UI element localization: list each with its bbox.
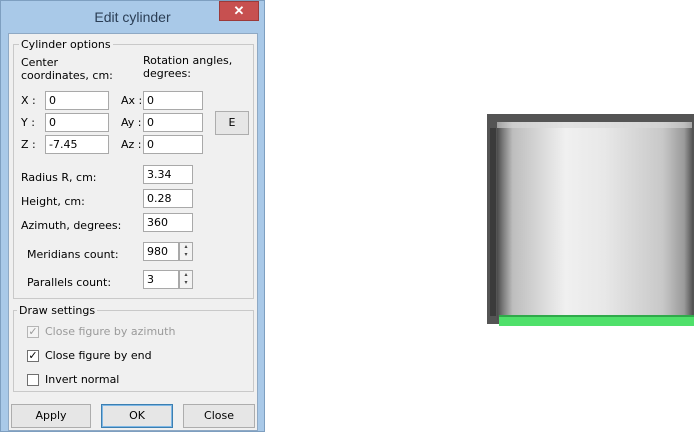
rotation-angles-label: Rotation angles, degrees:	[143, 54, 233, 80]
edit-cylinder-dialog: Edit cylinder ✕ Cylinder options Center …	[0, 0, 265, 432]
parallels-input[interactable]: 3	[143, 270, 179, 289]
ax-input[interactable]: 0	[143, 91, 203, 110]
ay-label: Ay :	[121, 116, 142, 129]
draw-settings-legend: Draw settings	[17, 304, 98, 317]
invert-normal-checkbox[interactable]	[27, 374, 39, 386]
cylinder-options-legend: Cylinder options	[19, 38, 113, 51]
spin-down-icon[interactable]: ▾	[180, 251, 192, 259]
parallels-spinner[interactable]: ▴ ▾	[179, 270, 193, 289]
z-input[interactable]: -7.45	[45, 135, 109, 154]
e-button[interactable]: E	[215, 111, 249, 135]
title-bar[interactable]: Edit cylinder ✕	[1, 1, 264, 33]
cylinder-render	[487, 114, 694, 326]
az-input[interactable]: 0	[143, 135, 203, 154]
y-label: Y :	[21, 116, 35, 129]
close-by-azimuth-label: Close figure by azimuth	[45, 325, 176, 338]
cylinder-left-edge	[490, 128, 496, 316]
meridians-input[interactable]: 980	[143, 242, 179, 261]
spin-up-icon[interactable]: ▴	[180, 271, 192, 279]
z-label: Z :	[21, 138, 36, 151]
ok-button[interactable]: OK	[101, 404, 173, 428]
az-label: Az :	[121, 138, 142, 151]
invert-normal-label: Invert normal	[45, 373, 120, 386]
radius-input[interactable]: 3.34	[143, 165, 193, 184]
dialog-client-area: Cylinder options Center coordinates, cm:…	[8, 33, 258, 431]
spin-down-icon[interactable]: ▾	[180, 279, 192, 287]
close-window-button[interactable]: ✕	[219, 1, 259, 21]
height-input[interactable]: 0.28	[143, 189, 193, 208]
parallels-label: Parallels count:	[27, 276, 112, 289]
x-input[interactable]: 0	[45, 91, 109, 110]
3d-viewport[interactable]	[270, 0, 694, 432]
height-label: Height, cm:	[21, 195, 85, 208]
close-by-end-checkbox[interactable]: ✓	[27, 350, 39, 362]
center-coordinates-label: Center coordinates, cm:	[21, 56, 113, 82]
ax-label: Ax :	[121, 94, 143, 107]
cylinder-end-cap-shadow	[499, 315, 694, 317]
cylinder-rim	[497, 122, 692, 128]
close-by-azimuth-checkbox[interactable]: ✓	[27, 326, 39, 338]
azimuth-label: Azimuth, degrees:	[21, 219, 122, 232]
x-label: X :	[21, 94, 36, 107]
radius-label: Radius R, cm:	[21, 171, 97, 184]
azimuth-input[interactable]: 360	[143, 213, 193, 232]
close-by-end-label: Close figure by end	[45, 349, 152, 362]
close-button[interactable]: Close	[183, 404, 255, 428]
cylinder-body	[497, 122, 692, 320]
spin-up-icon[interactable]: ▴	[180, 243, 192, 251]
meridians-label: Meridians count:	[27, 248, 119, 261]
meridians-spinner[interactable]: ▴ ▾	[179, 242, 193, 261]
apply-button[interactable]: Apply	[11, 404, 91, 428]
y-input[interactable]: 0	[45, 113, 109, 132]
ay-input[interactable]: 0	[143, 113, 203, 132]
